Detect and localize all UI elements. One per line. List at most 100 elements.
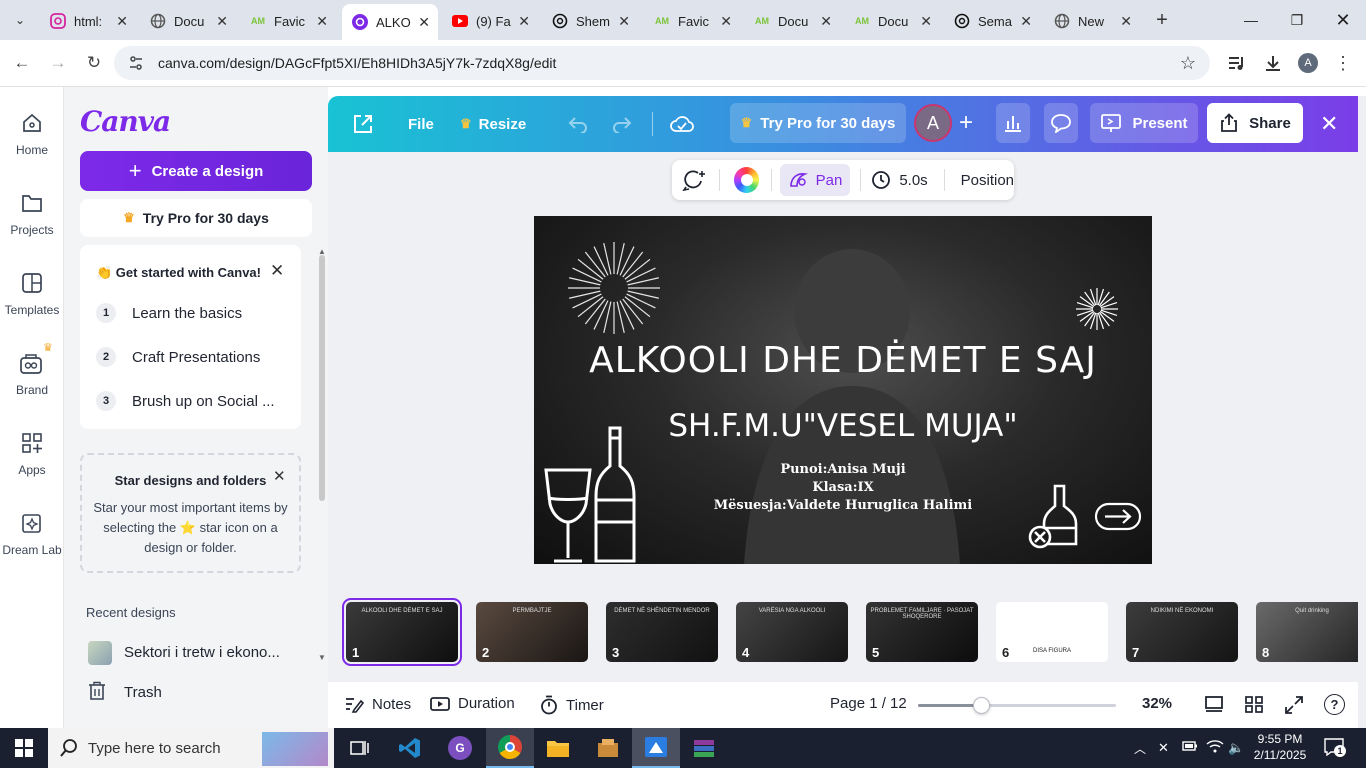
taskbar-search-box[interactable]: Type here to search [48, 728, 334, 768]
notes-button[interactable]: Notes [344, 695, 411, 713]
tab-close-icon[interactable]: ✕ [1020, 13, 1032, 30]
get-started-step[interactable]: 1 Learn the basics [96, 303, 242, 323]
rail-templates[interactable]: Templates [0, 263, 64, 317]
rail-apps[interactable]: Apps [0, 423, 64, 477]
browser-tab[interactable]: AM Favic ✕ [240, 6, 336, 36]
resize-button[interactable]: ♛ Resize [460, 96, 526, 152]
notification-icon[interactable]: 1 [1324, 738, 1346, 757]
add-collaborator-button[interactable]: + [952, 103, 980, 143]
github-icon[interactable]: G [436, 728, 484, 768]
download-icon[interactable] [1260, 50, 1286, 76]
maximize-button[interactable]: ❐ [1282, 8, 1312, 32]
try-pro-top-button[interactable]: ♛ Try Pro for 30 days [730, 103, 906, 143]
clock[interactable]: 9:55 PM 2/11/2025 [1252, 731, 1308, 763]
minimize-button[interactable]: — [1236, 8, 1266, 32]
reload-button[interactable]: ↻ [81, 50, 107, 76]
volume-icon[interactable]: 🔈 [1228, 740, 1244, 756]
pan-animation-button[interactable]: Pan [779, 164, 851, 196]
browser-tab[interactable]: AM Docu ✕ [844, 6, 940, 36]
slide-canvas[interactable]: ALKOOLI DHE DĖMET E SAJ SH.F.M.U"VESEL M… [534, 216, 1152, 564]
tab-search-chevron-icon[interactable]: ⌄ [8, 9, 32, 31]
wifi-icon[interactable] [1206, 739, 1224, 753]
timer-button[interactable]: Timer [540, 695, 604, 715]
create-design-button[interactable]: + Create a design [80, 151, 312, 191]
comment-icon[interactable] [1044, 103, 1078, 143]
panel-scrollbar[interactable] [319, 255, 325, 501]
slide-thumbnail[interactable]: DĖMET NË SHËNDETIN MENDOR 3 [606, 602, 718, 662]
winrar-icon[interactable] [680, 728, 728, 768]
slide-thumbnail[interactable]: NDIKIMI NË EKONOMI 7 [1126, 602, 1238, 662]
get-started-step[interactable]: 2 Craft Presentations [96, 347, 260, 367]
position-button[interactable]: Position [961, 172, 1014, 189]
tab-close-icon[interactable]: ✕ [518, 13, 530, 30]
vscode-icon[interactable] [386, 728, 434, 768]
analytics-icon[interactable] [996, 103, 1030, 143]
address-bar[interactable]: canva.com/design/DAGcFfpt5XI/Eh8HIDh3A5j… [114, 46, 1210, 80]
file-explorer-icon[interactable] [534, 728, 582, 768]
open-external-icon[interactable] [352, 96, 374, 152]
file-menu-button[interactable]: File [408, 96, 434, 152]
pages-view-icon[interactable] [1204, 695, 1224, 713]
paint-app-icon[interactable] [632, 728, 680, 768]
close-editor-icon[interactable]: ✕ [1320, 96, 1338, 152]
redo-icon[interactable] [612, 96, 634, 152]
duration-toggle-button[interactable]: Duration [430, 695, 515, 712]
rail-projects[interactable]: Projects [0, 183, 64, 237]
tab-close-icon[interactable]: ✕ [618, 13, 630, 30]
browser-tab[interactable]: New ✕ [1044, 6, 1140, 36]
windows-start-icon[interactable] [0, 728, 48, 768]
recent-design-item[interactable]: Sektori i tretw i ekono... [124, 644, 280, 661]
browser-tab[interactable]: AM Docu ✕ [744, 6, 840, 36]
present-button[interactable]: Present [1090, 103, 1198, 143]
tab-close-icon[interactable]: ✕ [720, 13, 732, 30]
tab-close-icon[interactable]: ✕ [920, 13, 932, 30]
rail-brand[interactable]: ♛ Brand [0, 342, 64, 397]
task-view-icon[interactable] [336, 728, 384, 768]
help-icon[interactable]: ? [1324, 694, 1345, 715]
browser-tab[interactable]: html: ✕ [40, 6, 136, 36]
trash-icon[interactable] [88, 681, 106, 701]
recent-design-thumbnail[interactable] [88, 641, 112, 665]
page-indicator[interactable]: Page 1 / 12 [830, 695, 907, 712]
new-tab-button[interactable]: + [1150, 8, 1174, 32]
site-info-icon[interactable] [128, 55, 144, 71]
get-started-step[interactable]: 3 Brush up on Social ... [96, 391, 275, 411]
slide-thumbnail[interactable]: PROBLEMET FAMILJARE · PASOJAT SHOQERORE 5 [866, 602, 978, 662]
browser-tab[interactable]: (9) Fa ✕ [442, 6, 538, 36]
grid-view-icon[interactable] [1244, 695, 1264, 713]
battery-icon[interactable] [1182, 739, 1198, 753]
slide-thumbnail[interactable]: Quit drinking 8 [1256, 602, 1358, 662]
tab-close-icon[interactable]: ✕ [418, 14, 430, 31]
try-pro-side-button[interactable]: ♛ Try Pro for 30 days [80, 199, 312, 237]
media-control-icon[interactable] [1224, 50, 1250, 76]
undo-icon[interactable] [566, 96, 588, 152]
duration-button[interactable]: 5.0s [871, 170, 928, 190]
bookmark-star-icon[interactable]: ☆ [1180, 53, 1196, 74]
browser-menu-icon[interactable]: ⋮ [1330, 50, 1356, 76]
browser-tab[interactable]: Docu ✕ [140, 6, 236, 36]
slide-thumbnail[interactable]: DISA FIGURA 6 [996, 602, 1108, 662]
close-icon[interactable]: ✕ [273, 467, 286, 485]
fullscreen-icon[interactable] [1284, 695, 1304, 715]
tab-close-icon[interactable]: ✕ [820, 13, 832, 30]
close-icon[interactable]: ✕ [270, 261, 284, 281]
tab-close-icon[interactable]: ✕ [1120, 13, 1132, 30]
tab-close-icon[interactable]: ✕ [216, 13, 228, 30]
canva-logo[interactable]: Canva [80, 105, 171, 138]
rail-dreamlab[interactable]: Dream Lab [0, 503, 64, 557]
chrome-icon[interactable] [486, 728, 534, 768]
share-button[interactable]: Share [1207, 103, 1303, 143]
browser-tab[interactable]: Sema ✕ [944, 6, 1040, 36]
browser-tab[interactable]: Shem ✕ [542, 6, 638, 36]
forward-button[interactable]: → [45, 50, 71, 76]
show-hidden-icons[interactable]: ︿ [1134, 740, 1146, 757]
network-offline-icon[interactable]: ✕ [1158, 740, 1169, 756]
slide-thumbnail[interactable]: PERMBAJTJE 2 [476, 602, 588, 662]
app-icon[interactable] [584, 728, 632, 768]
back-button[interactable]: ← [9, 50, 35, 76]
animate-icon[interactable] [676, 169, 713, 191]
scroll-down-arrow[interactable]: ▼ [318, 653, 326, 662]
tab-close-icon[interactable]: ✕ [316, 13, 328, 30]
trash-label[interactable]: Trash [124, 684, 162, 701]
slide-thumbnail[interactable]: VARËSIA NGA ALKOOLI 4 [736, 602, 848, 662]
